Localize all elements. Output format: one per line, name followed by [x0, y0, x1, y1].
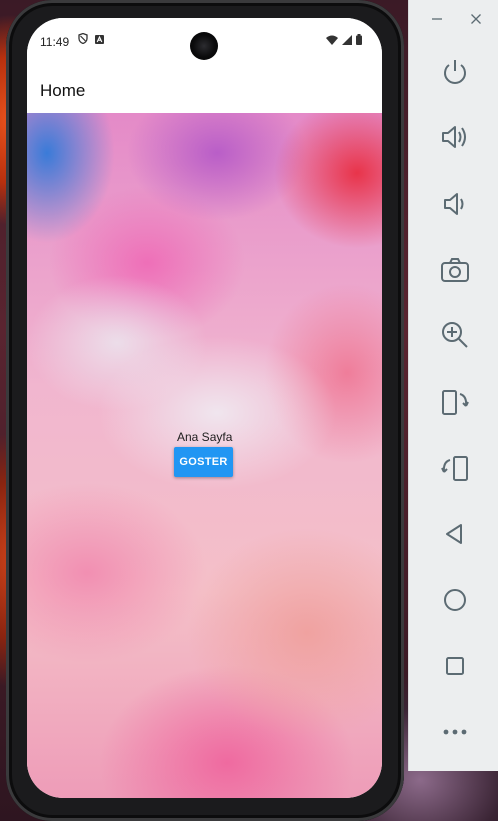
- home-icon: [444, 589, 466, 611]
- emulator-phone-frame: 11:49 Home Ana Sayfa GOSTER: [6, 0, 404, 821]
- back-button[interactable]: [437, 516, 473, 552]
- signal-icon: [342, 34, 352, 48]
- more-icon: [443, 729, 467, 735]
- volume-up-button[interactable]: [437, 119, 473, 155]
- overview-icon: [446, 657, 464, 675]
- screenshot-button[interactable]: [437, 252, 473, 288]
- main-content: Ana Sayfa GOSTER: [27, 113, 382, 798]
- rotate-left-icon: [442, 390, 469, 415]
- front-camera: [190, 32, 218, 60]
- status-left-icons: [78, 32, 104, 47]
- zoom-in-icon: [442, 322, 468, 348]
- emulator-toolbar: [408, 0, 498, 771]
- battery-icon: [356, 34, 362, 48]
- overview-button[interactable]: [437, 648, 473, 684]
- power-button[interactable]: [437, 54, 473, 90]
- minimize-icon[interactable]: [431, 12, 443, 28]
- back-icon: [446, 524, 462, 544]
- volume-down-button[interactable]: [437, 186, 473, 222]
- more-button[interactable]: [437, 714, 473, 750]
- device-screen: 11:49 Home Ana Sayfa GOSTER: [27, 18, 382, 798]
- power-icon: [444, 60, 466, 84]
- camera-icon: [441, 258, 469, 282]
- home-button[interactable]: [437, 582, 473, 618]
- shield-icon: [78, 32, 88, 47]
- rotate-right-icon: [441, 456, 468, 481]
- app-bar: Home: [27, 63, 382, 114]
- status-right-icons: [326, 34, 362, 48]
- rotate-right-button[interactable]: [437, 450, 473, 486]
- status-bar: 11:49: [27, 18, 382, 63]
- home-page-label: Ana Sayfa: [177, 430, 233, 444]
- rotate-left-button[interactable]: [437, 384, 473, 420]
- page-title: Home: [40, 81, 86, 100]
- close-icon[interactable]: [470, 12, 482, 28]
- notification-a-icon: [95, 33, 104, 47]
- wifi-icon: [326, 34, 338, 48]
- show-button[interactable]: GOSTER: [174, 447, 233, 477]
- status-time: 11:49: [40, 35, 70, 49]
- volume-down-icon: [444, 193, 464, 215]
- zoom-button[interactable]: [437, 317, 473, 353]
- volume-up-icon: [442, 126, 466, 148]
